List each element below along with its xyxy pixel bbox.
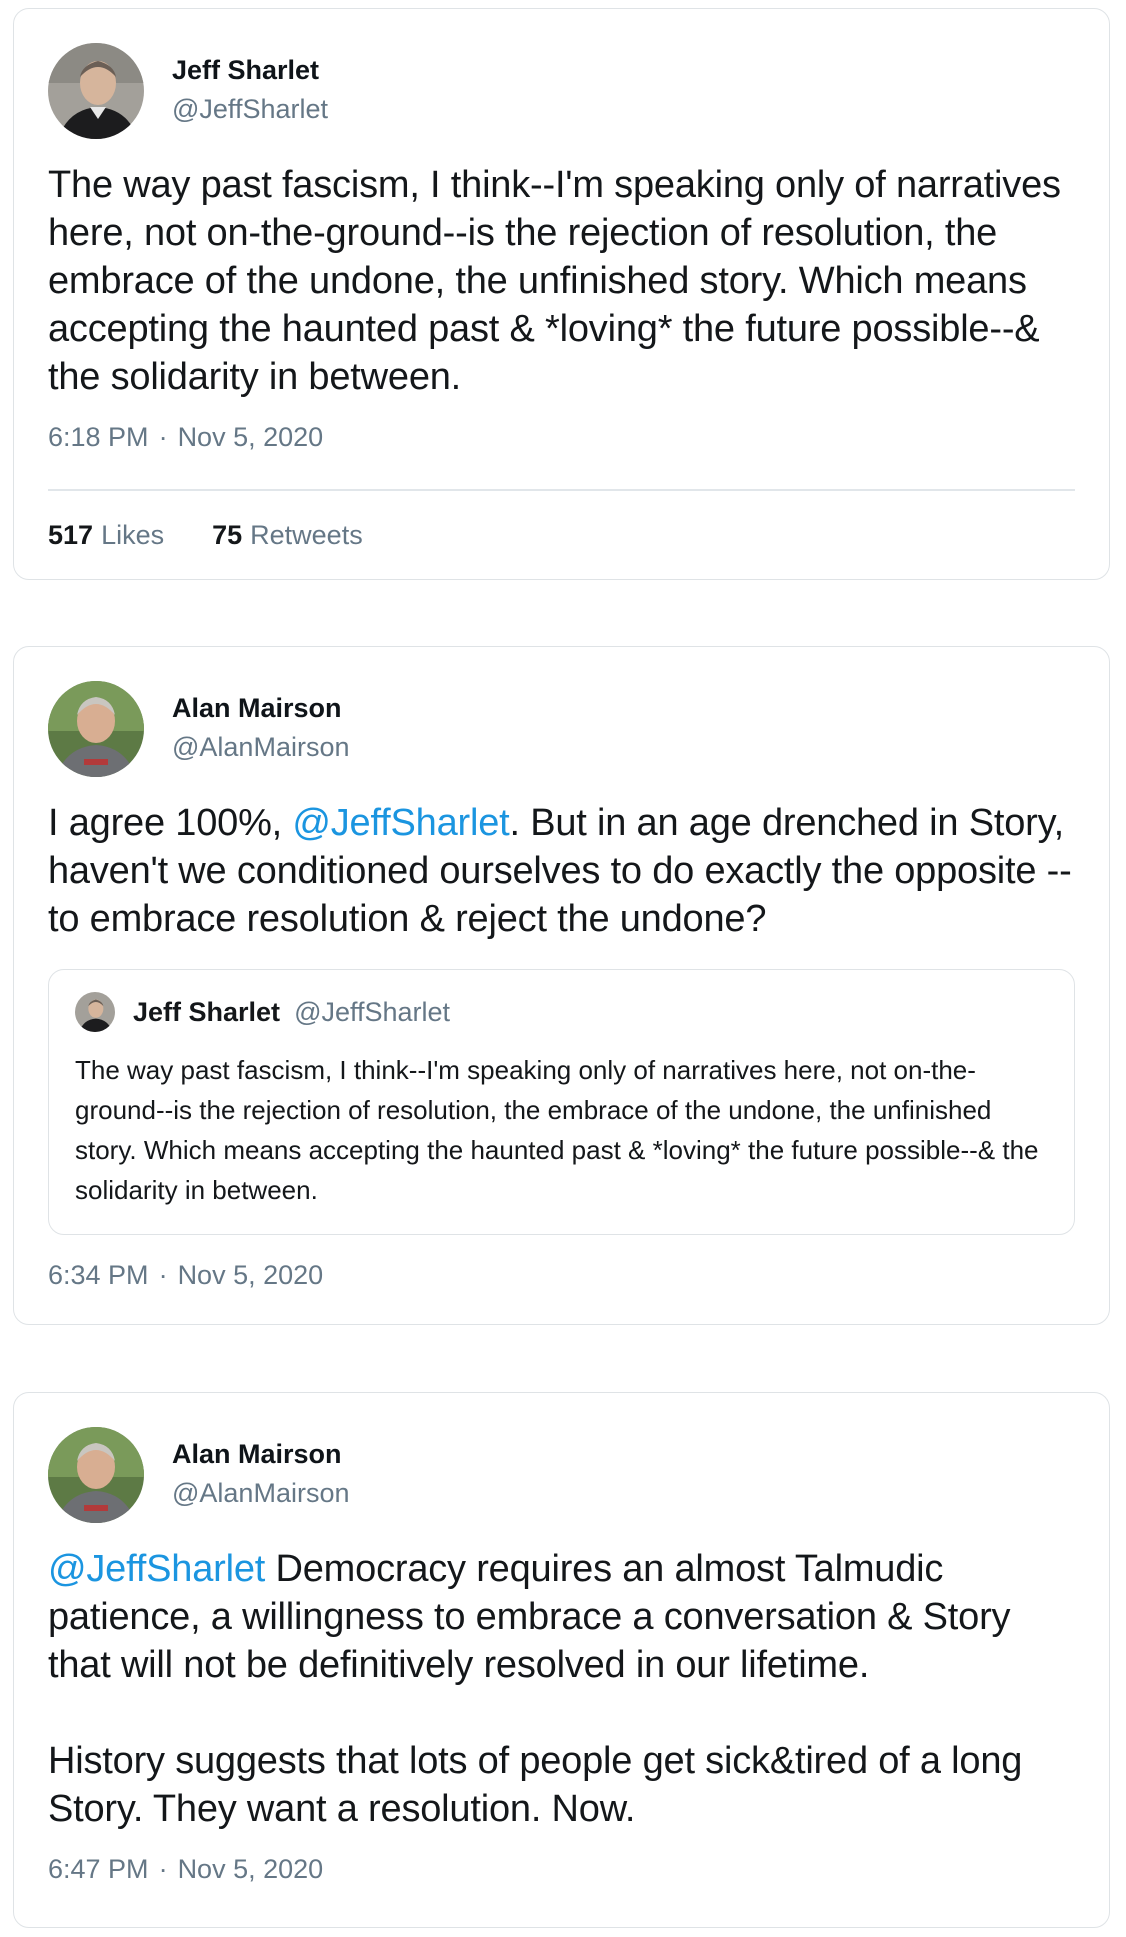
tweet-time: 6:18 PM bbox=[48, 422, 149, 452]
tweet-header: Alan Mairson @AlanMairson bbox=[48, 681, 1075, 777]
tweet-timestamp[interactable]: 6:47 PM · Nov 5, 2020 bbox=[48, 1851, 1075, 1887]
tweet-time: 6:47 PM bbox=[48, 1854, 149, 1884]
tweet-card-alan-mairson-reply[interactable]: Alan Mairson @AlanMairson I agree 100%, … bbox=[13, 646, 1110, 1325]
retweets-stat[interactable]: 75 Retweets bbox=[212, 517, 363, 553]
tweet-text: @JeffSharlet Democracy requires an almos… bbox=[48, 1545, 1075, 1833]
tweet-text: The way past fascism, I think--I'm speak… bbox=[48, 164, 1061, 398]
mention-link[interactable]: @JeffSharlet bbox=[292, 802, 509, 844]
author-names: Alan Mairson @AlanMairson bbox=[172, 693, 349, 765]
quoted-tweet[interactable]: Jeff Sharlet @JeffSharlet The way past f… bbox=[48, 969, 1075, 1235]
person-avatar-icon bbox=[75, 992, 115, 1032]
separator-dot: · bbox=[158, 1854, 168, 1884]
tweet-timestamp[interactable]: 6:18 PM · Nov 5, 2020 bbox=[48, 419, 1075, 455]
tweet-date: Nov 5, 2020 bbox=[177, 422, 324, 452]
quoted-tweet-header: Jeff Sharlet @JeffSharlet bbox=[75, 992, 1048, 1032]
author-display-name[interactable]: Alan Mairson bbox=[172, 1436, 349, 1472]
retweets-count: 75 bbox=[212, 519, 243, 550]
tweet-text-start: I agree 100%, bbox=[48, 802, 293, 844]
person-avatar-icon[interactable] bbox=[48, 681, 144, 777]
divider bbox=[48, 489, 1075, 491]
tweet-timestamp[interactable]: 6:34 PM · Nov 5, 2020 bbox=[48, 1257, 1075, 1293]
tweet-card-jeff-sharlet[interactable]: Jeff Sharlet @JeffSharlet The way past f… bbox=[13, 8, 1110, 580]
author-display-name[interactable]: Jeff Sharlet bbox=[172, 52, 328, 88]
separator-dot: · bbox=[158, 422, 168, 452]
person-avatar-icon[interactable] bbox=[48, 43, 144, 139]
tweet-date: Nov 5, 2020 bbox=[177, 1854, 324, 1884]
tweet-date: Nov 5, 2020 bbox=[177, 1260, 324, 1290]
tweet-text-end: Democracy requires an almost Talmudic pa… bbox=[48, 1548, 1023, 1830]
person-avatar-icon[interactable] bbox=[48, 1427, 144, 1523]
quoted-author-handle: @JeffSharlet bbox=[294, 996, 451, 1027]
author-names: Alan Mairson @AlanMairson bbox=[172, 1439, 349, 1511]
tweet-header: Jeff Sharlet @JeffSharlet bbox=[48, 43, 1075, 139]
author-handle[interactable]: @AlanMairson bbox=[172, 729, 349, 765]
author-names: Jeff Sharlet @JeffSharlet bbox=[172, 55, 328, 127]
tweet-header: Alan Mairson @AlanMairson bbox=[48, 1427, 1075, 1523]
mention-link[interactable]: @JeffSharlet bbox=[48, 1548, 265, 1590]
tweet-stats: 517 Likes 75 Retweets bbox=[48, 517, 1075, 553]
author-handle[interactable]: @AlanMairson bbox=[172, 1475, 349, 1511]
author-display-name[interactable]: Alan Mairson bbox=[172, 690, 349, 726]
tweet-time: 6:34 PM bbox=[48, 1260, 149, 1290]
likes-label: Likes bbox=[101, 519, 165, 550]
tweet-card-alan-mairson[interactable]: Alan Mairson @AlanMairson @JeffSharlet D… bbox=[13, 1392, 1110, 1928]
retweets-label: Retweets bbox=[250, 519, 363, 550]
quoted-tweet-text: The way past fascism, I think--I'm speak… bbox=[75, 1055, 1039, 1205]
tweet-text: I agree 100%, @JeffSharlet. But in an ag… bbox=[48, 799, 1075, 943]
author-handle[interactable]: @JeffSharlet bbox=[172, 91, 328, 127]
likes-stat[interactable]: 517 Likes bbox=[48, 517, 164, 553]
separator-dot: · bbox=[158, 1260, 168, 1290]
quoted-author-name: Jeff Sharlet bbox=[133, 996, 281, 1027]
likes-count: 517 bbox=[48, 519, 94, 550]
